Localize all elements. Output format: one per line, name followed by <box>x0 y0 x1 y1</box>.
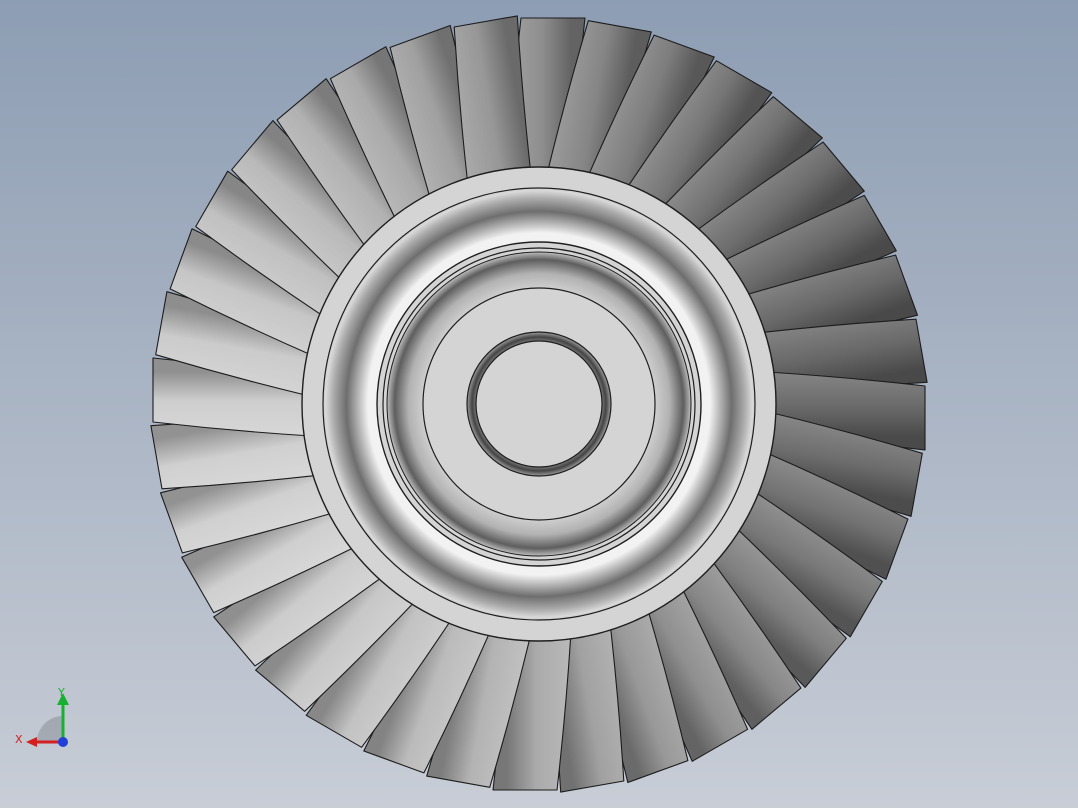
triad-y-label: Y <box>58 686 65 699</box>
triad-plane-shading <box>37 716 63 742</box>
triad-x-label: X <box>15 733 23 746</box>
turbine-blade[interactable] <box>453 15 532 186</box>
graphics-viewport[interactable]: Y X <box>0 0 1078 808</box>
disk-hub[interactable] <box>301 166 777 642</box>
triad-x-arrowhead <box>26 737 37 747</box>
view-orientation-triad[interactable]: Y X <box>10 684 80 754</box>
model-view[interactable] <box>0 0 1078 808</box>
shaft-bore <box>475 340 603 468</box>
triad-z-axis <box>58 737 68 747</box>
